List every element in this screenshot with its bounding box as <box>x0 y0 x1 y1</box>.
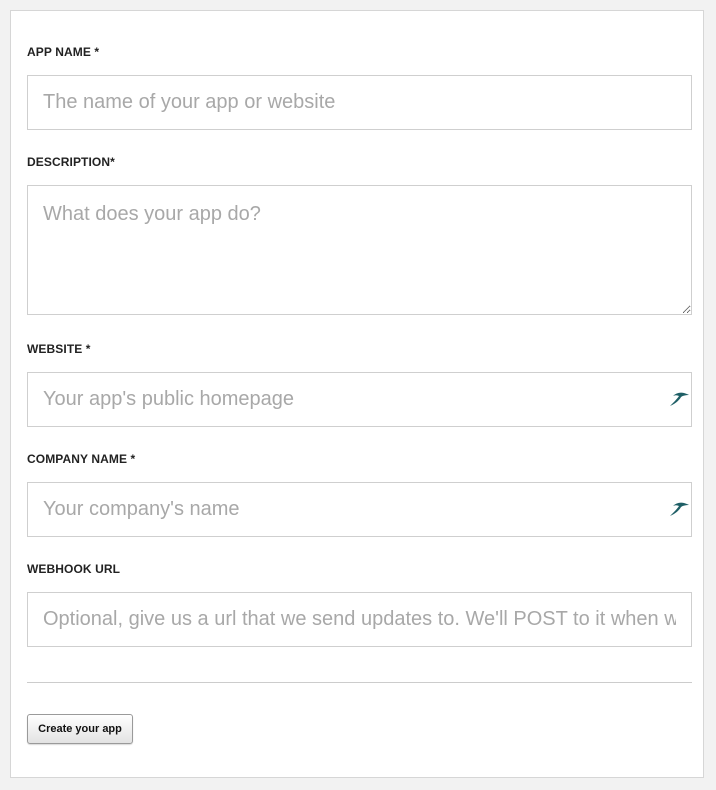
app-name-input[interactable] <box>27 75 692 130</box>
company-name-input[interactable] <box>27 482 692 537</box>
create-app-button[interactable]: Create your app <box>27 714 133 744</box>
description-label: DESCRIPTION* <box>27 155 115 169</box>
app-name-label: APP NAME * <box>27 45 100 59</box>
autofill-bird-icon[interactable] <box>668 390 690 408</box>
autofill-bird-icon[interactable] <box>668 500 690 518</box>
website-label: WEBSITE * <box>27 342 91 356</box>
company-name-label: COMPANY NAME * <box>27 452 136 466</box>
form-divider <box>27 682 692 683</box>
description-textarea[interactable] <box>27 185 692 315</box>
webhook-url-input[interactable] <box>27 592 692 647</box>
create-app-form: APP NAME * DESCRIPTION* WEBSITE * COMPAN… <box>10 10 704 778</box>
website-input[interactable] <box>27 372 692 427</box>
webhook-url-label: WEBHOOK URL <box>27 562 121 576</box>
